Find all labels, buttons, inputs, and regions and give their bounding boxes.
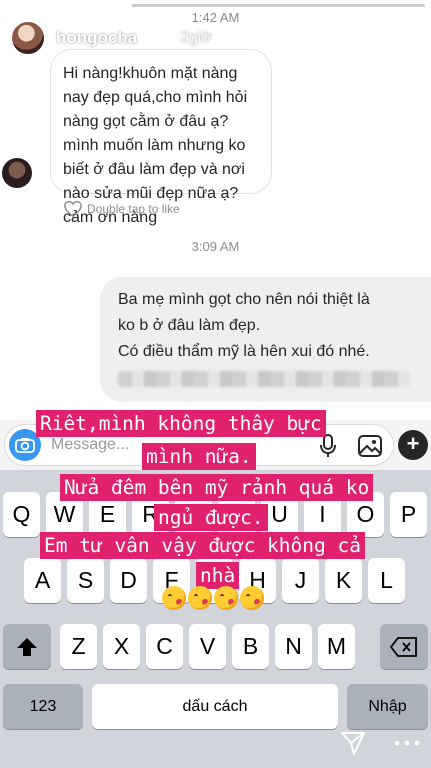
- incoming-message-bubble[interactable]: Hi nàng!khuôn mặt nàng nay đẹp quá,cho m…: [50, 49, 272, 226]
- like-hint-text: Double tap to like: [87, 202, 180, 216]
- status-time: 1:42 AM: [191, 10, 240, 25]
- camera-icon: [15, 438, 35, 453]
- close-icon[interactable]: [395, 24, 421, 50]
- message-composer: +: [0, 420, 431, 470]
- space-key[interactable]: dấu cách: [92, 684, 338, 729]
- send-icon[interactable]: [340, 730, 366, 756]
- key-y[interactable]: Y: [218, 492, 255, 537]
- key-p[interactable]: P: [390, 492, 427, 537]
- key-t[interactable]: T: [175, 492, 212, 537]
- story-user-avatar[interactable]: [10, 20, 46, 56]
- key-a[interactable]: A: [24, 558, 61, 603]
- key-x[interactable]: X: [103, 624, 140, 669]
- kissing-emoji-row: [162, 586, 264, 610]
- key-v[interactable]: V: [189, 624, 226, 669]
- gallery-icon[interactable]: [357, 433, 383, 459]
- key-m[interactable]: M: [318, 624, 355, 669]
- story-progress-bar: [6, 4, 425, 7]
- key-b[interactable]: B: [232, 624, 269, 669]
- story-username[interactable]: hongocha: [56, 28, 137, 48]
- backspace-key[interactable]: [380, 624, 428, 669]
- key-e[interactable]: E: [89, 492, 126, 537]
- kissing-face-emoji: [240, 586, 264, 610]
- key-k[interactable]: K: [325, 558, 362, 603]
- key-l[interactable]: L: [368, 558, 405, 603]
- kissing-face-emoji: [188, 586, 212, 610]
- key-u[interactable]: U: [261, 492, 298, 537]
- message-input-pill: [4, 424, 394, 466]
- key-w[interactable]: W: [46, 492, 83, 537]
- key-c[interactable]: C: [146, 624, 183, 669]
- story-posted-time: 2giờ: [180, 29, 212, 46]
- key-d[interactable]: D: [110, 558, 147, 603]
- add-button[interactable]: +: [398, 430, 428, 460]
- story-progress-fill: [6, 4, 132, 7]
- blurred-text: [118, 371, 410, 387]
- message-timestamp: 3:09 AM: [191, 239, 240, 254]
- instagram-story-screen: 1:42 AM hongocha 2giờ Hi nàng!khuôn mặt …: [0, 0, 431, 768]
- key-s[interactable]: S: [67, 558, 104, 603]
- double-tap-like-hint: Double tap to like: [63, 200, 180, 218]
- shift-key[interactable]: [3, 624, 51, 669]
- key-r[interactable]: R: [132, 492, 169, 537]
- outgoing-line: ko b ở đâu làm đẹp.: [118, 317, 261, 334]
- microphone-icon[interactable]: [319, 433, 337, 459]
- key-j[interactable]: J: [282, 558, 319, 603]
- key-q[interactable]: Q: [3, 492, 40, 537]
- sender-avatar[interactable]: [2, 158, 32, 188]
- camera-button[interactable]: [9, 429, 41, 461]
- backspace-icon: [390, 636, 417, 657]
- keyboard: Q W E R T Y U I O P A S D F G H J K L Z X C V B N M 123 dấu cách Nhậ…: [0, 470, 431, 768]
- more-options-icon[interactable]: [392, 734, 422, 752]
- outgoing-message-bubble[interactable]: Ba mẹ mình gọt cho nên nói thiệt là ko b…: [100, 277, 431, 402]
- return-key[interactable]: Nhập: [347, 684, 428, 729]
- key-i[interactable]: I: [304, 492, 341, 537]
- key-z[interactable]: Z: [60, 624, 97, 669]
- key-o[interactable]: O: [347, 492, 384, 537]
- outgoing-line: Có điều thẩm mỹ là hên xui đó nhé.: [118, 343, 370, 360]
- outgoing-line: Ba mẹ mình gọt cho nên nói thiệt là: [118, 291, 370, 308]
- kissing-face-emoji: [214, 586, 238, 610]
- numbers-key[interactable]: 123: [3, 684, 83, 729]
- heart-icon: [64, 200, 82, 218]
- shift-icon: [17, 637, 37, 656]
- key-n[interactable]: N: [275, 624, 312, 669]
- message-input[interactable]: [51, 433, 271, 457]
- kissing-face-emoji: [162, 586, 186, 610]
